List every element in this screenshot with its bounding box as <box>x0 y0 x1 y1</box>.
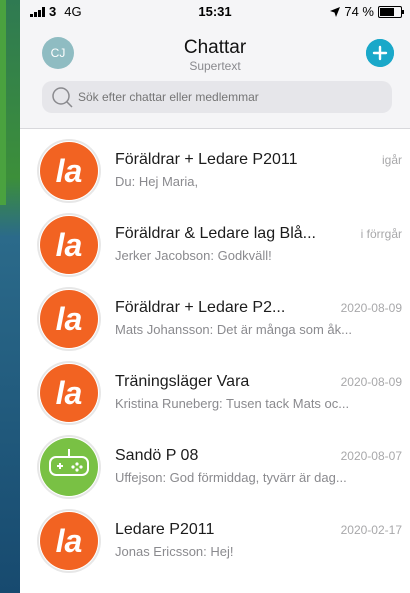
svg-text:la: la <box>56 303 83 335</box>
chat-preview: Mats Johansson: Det är många som åk... <box>115 322 352 337</box>
la-logo-icon: la <box>40 364 98 422</box>
chat-avatar: la <box>37 361 101 425</box>
search-icon <box>52 87 73 108</box>
la-logo-icon: la <box>40 142 98 200</box>
svg-text:la: la <box>56 229 83 261</box>
chat-name: Föräldrar & Ledare lag Blå... <box>115 225 316 242</box>
la-logo-icon: la <box>40 290 98 348</box>
chat-row[interactable]: la Ledare P2011 2020-02-17 Jonas Ericsso… <box>20 499 410 573</box>
chat-avatar <box>37 435 101 499</box>
search-input[interactable] <box>74 90 382 104</box>
background-wallpaper <box>0 0 20 593</box>
la-logo-icon: la <box>40 216 98 274</box>
chat-list: la Föräldrar + Ledare P2011 igår Du: Hej… <box>20 129 410 573</box>
chat-header: CJ Chattar Supertext <box>20 22 410 129</box>
page-subtitle: Supertext <box>189 59 241 73</box>
chat-name: Föräldrar + Ledare P2011 <box>115 151 298 168</box>
chat-name: Sandö P 08 <box>115 447 199 464</box>
chat-name: Ledare P2011 <box>115 521 215 538</box>
chat-date: i förrgår <box>360 227 402 241</box>
chat-preview: Du: Hej Maria, <box>115 174 199 189</box>
chat-name: Föräldrar + Ledare P2... <box>115 299 286 316</box>
chat-name: Träningsläger Vara <box>115 373 250 390</box>
chat-preview: Jerker Jacobson: Godkväll! <box>115 248 272 263</box>
chat-preview: Jonas Ericsson: Hej! <box>115 544 234 559</box>
gamepad-icon <box>40 438 98 496</box>
chat-date: 2020-08-07 <box>340 449 402 463</box>
battery-icon <box>378 5 404 18</box>
chat-avatar: la <box>37 287 101 351</box>
battery-percent: 74 % <box>344 4 374 19</box>
la-logo-icon: la <box>40 512 98 570</box>
chat-date: 2020-08-09 <box>340 375 402 389</box>
svg-text:la: la <box>56 525 83 557</box>
svg-text:la: la <box>56 377 83 409</box>
phone-screen: 3 4G 15:31 74 % CJ Chattar Supertext Sök… <box>20 0 410 593</box>
chat-row[interactable]: la Föräldrar + Ledare P2011 igår Du: Hej… <box>20 129 410 203</box>
chat-date: 2020-08-09 <box>340 301 402 315</box>
page-title: Chattar <box>183 37 247 58</box>
compose-bubble-icon <box>366 39 394 67</box>
chat-date: igår <box>381 153 402 167</box>
new-chat-button[interactable] <box>366 39 394 67</box>
chat-preview: Uffejson: God förmiddag, tyvärr är dag..… <box>115 470 347 485</box>
chat-row[interactable]: la Träningsläger Vara 2020-08-09 Kristin… <box>20 351 410 425</box>
status-bar: 3 4G 15:31 74 % <box>20 0 410 22</box>
chat-avatar: la <box>37 213 101 277</box>
chat-avatar: la <box>37 509 101 573</box>
status-battery: 74 % <box>330 4 404 19</box>
chat-date: 2020-02-17 <box>340 523 402 537</box>
search-bar[interactable] <box>42 81 392 113</box>
chat-row[interactable]: la Föräldrar & Ledare lag Blå... i förrg… <box>20 203 410 277</box>
svg-text:la: la <box>56 155 83 187</box>
chat-avatar: la <box>37 139 101 203</box>
chat-row[interactable]: la Föräldrar + Ledare P2... 2020-08-09 M… <box>20 277 410 351</box>
chat-preview: Kristina Runeberg: Tusen tack Mats oc... <box>115 396 350 411</box>
location-arrow-icon <box>330 6 341 17</box>
chat-row[interactable]: Sandö P 08 2020-08-07 Uffejson: God förm… <box>20 425 410 499</box>
